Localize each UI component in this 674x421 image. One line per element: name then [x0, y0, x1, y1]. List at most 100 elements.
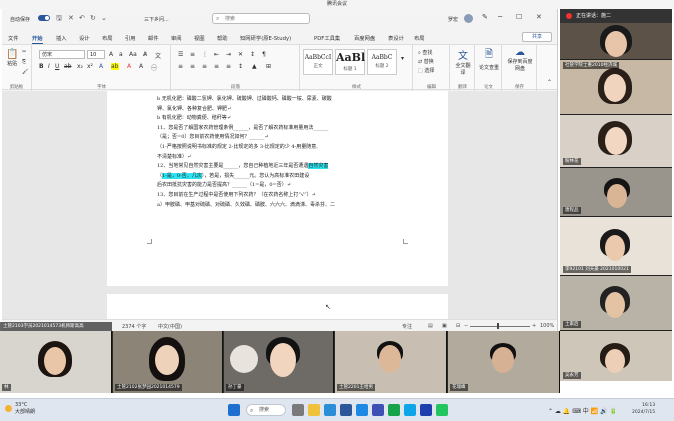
numbering-icon[interactable]: ≡ [190, 51, 195, 58]
shrink-font-icon[interactable]: a [119, 51, 123, 58]
file-explorer-icon[interactable] [308, 404, 320, 416]
bold-icon[interactable]: B [39, 63, 44, 70]
minimize-icon[interactable]: ─ [498, 13, 502, 21]
system-tray[interactable]: ⌃ ☁ 🔔 ⌨ 中 📶 🔊 🔋 [548, 406, 617, 415]
document-title[interactable]: 三下乡问... [144, 16, 169, 23]
avatar[interactable] [464, 14, 473, 23]
align-center-icon[interactable]: ≡ [190, 63, 195, 70]
web-layout-icon[interactable]: ⊟ [456, 323, 460, 329]
language[interactable]: 中文(中国) [158, 323, 182, 330]
focus-button[interactable]: 专注 [402, 323, 412, 330]
save-icon[interactable]: 🖫 [56, 14, 62, 25]
zoom-out-icon[interactable]: − [464, 323, 468, 329]
tab-design[interactable]: 设计 [79, 34, 90, 42]
change-case-icon[interactable]: Aa [129, 51, 137, 58]
pen-icon[interactable]: ✎ [482, 13, 488, 21]
zoom-slider-thumb[interactable] [497, 323, 499, 329]
taskbar-search[interactable]: ⌕ 搜索 [246, 404, 286, 416]
word-count[interactable]: 2374 个字 [122, 323, 146, 330]
participant-tile[interactable]: 花瑞峰 [448, 331, 560, 393]
font-name-select[interactable]: 仿宋 [39, 50, 85, 59]
find-button[interactable]: ⌕ 查找 [418, 49, 432, 56]
app-icon[interactable] [372, 404, 384, 416]
print-layout-icon[interactable]: ▣ [442, 323, 447, 329]
ribbon-collapse-icon[interactable]: ⌃ [547, 79, 552, 86]
justify-icon[interactable]: ≡ [214, 63, 219, 70]
enclose-characters-icon[interactable]: ㊀ [151, 63, 157, 72]
tab-review[interactable]: 审阅 [171, 34, 182, 42]
format-painter-icon[interactable]: 🖌 [22, 69, 28, 75]
style-heading-2[interactable]: AaBbC 标题 2 [367, 49, 397, 75]
font-size-select[interactable]: 10 [87, 50, 105, 59]
participant-tile[interactable]: 林 [0, 331, 112, 393]
clear-format-icon[interactable]: A̷ [143, 51, 147, 58]
show-marks-icon[interactable]: ¶ [262, 51, 266, 58]
participant-tile[interactable]: 粉林花 [560, 115, 672, 167]
text-effects-icon[interactable]: A [99, 63, 103, 70]
zoom-level[interactable]: 100% [540, 323, 554, 329]
shading-icon[interactable]: ▲ [252, 63, 257, 70]
read-mode-icon[interactable]: ▤ [428, 323, 433, 329]
participant-tile[interactable]: 唐程品 [560, 168, 672, 216]
task-view-icon[interactable] [292, 404, 304, 416]
line-spacing-icon[interactable]: ↕ [238, 63, 243, 70]
zoom-slider[interactable] [470, 326, 530, 327]
cut-icon[interactable]: ✂ [22, 49, 26, 55]
decrease-indent-icon[interactable]: ⇤ [214, 51, 219, 58]
subscript-icon[interactable]: x₂ [77, 63, 83, 70]
tab-insert[interactable]: 插入 [56, 34, 67, 42]
tab-view[interactable]: 视图 [194, 34, 205, 42]
participant-tile[interactable]: 土管2201王哈男 [335, 331, 447, 393]
participant-tile[interactable]: 土管2102张梦园2021014579 [113, 331, 223, 393]
share-button[interactable]: 共享 [522, 32, 552, 42]
maximize-icon[interactable]: ☐ [516, 13, 522, 21]
participant-tile[interactable]: 社管学院士重2010经济城 [560, 60, 672, 114]
tab-estudy[interactable]: 知网研学(原E-Study) [240, 34, 291, 42]
tencent-meeting-icon[interactable] [356, 404, 368, 416]
word-icon[interactable] [340, 404, 352, 416]
phonetic-icon[interactable]: 文 [155, 51, 161, 60]
next-page[interactable] [107, 294, 448, 319]
translate-button[interactable]: 文 全文翻译 [454, 47, 472, 76]
close-icon[interactable]: ✕ [536, 13, 542, 21]
highlight-icon[interactable]: ab [111, 63, 119, 70]
sort-icon[interactable]: ↕ [250, 51, 255, 58]
style-heading-1[interactable]: AaBl 标题 1 [335, 49, 365, 75]
superscript-icon[interactable]: x² [87, 63, 93, 70]
redo-icon[interactable]: ↻ [90, 14, 96, 22]
participant-tile[interactable]: 吴永芳 [560, 331, 672, 381]
app-icon[interactable] [404, 404, 416, 416]
save-netdisk-button[interactable]: ☁ 保存到百度网盘 [506, 47, 534, 72]
tab-table-layout[interactable]: 布局 [414, 34, 425, 42]
tab-mailings[interactable]: 邮件 [148, 34, 159, 42]
cancel-icon[interactable]: ✕ [68, 14, 74, 22]
bullets-icon[interactable]: ☰ [178, 51, 183, 58]
align-left-icon[interactable]: ≡ [178, 63, 183, 70]
customize-icon[interactable]: ⌄ [101, 14, 107, 22]
tab-table-design[interactable]: 表设计 [388, 34, 404, 42]
character-shading-icon[interactable]: A [139, 63, 143, 70]
multilevel-list-icon[interactable]: ⋮ [202, 51, 208, 58]
tab-layout[interactable]: 布局 [102, 34, 113, 42]
search-box[interactable]: ⌕ 搜索 [212, 13, 310, 24]
underline-icon[interactable]: U [55, 63, 59, 70]
italic-icon[interactable]: I [48, 63, 50, 70]
tab-home[interactable]: 开始 [32, 34, 43, 44]
replace-button[interactable]: ⇄ 替换 [418, 58, 434, 65]
increase-indent-icon[interactable]: ⇥ [226, 51, 231, 58]
tab-references[interactable]: 引用 [125, 34, 136, 42]
wechat-icon[interactable] [388, 404, 400, 416]
app-icon[interactable] [436, 404, 448, 416]
start-icon[interactable] [228, 404, 240, 416]
tab-file[interactable]: 文件 [8, 34, 19, 42]
paper-check-button[interactable]: 🗎 论文查重 [479, 47, 499, 71]
tab-pdf-tools[interactable]: PDF工具集 [314, 34, 340, 42]
participant-tile[interactable]: 土家后 [560, 276, 672, 330]
copy-icon[interactable]: ⎘ [22, 59, 26, 65]
zoom-in-icon[interactable]: + [532, 323, 536, 329]
styles-more-icon[interactable]: ▾ [401, 55, 404, 62]
chinese-layout-icon[interactable]: ✕ [238, 51, 243, 58]
font-color-icon[interactable]: A [127, 63, 131, 70]
undo-icon[interactable]: ↶ [79, 14, 85, 22]
strikethrough-icon[interactable]: ab [64, 63, 72, 70]
